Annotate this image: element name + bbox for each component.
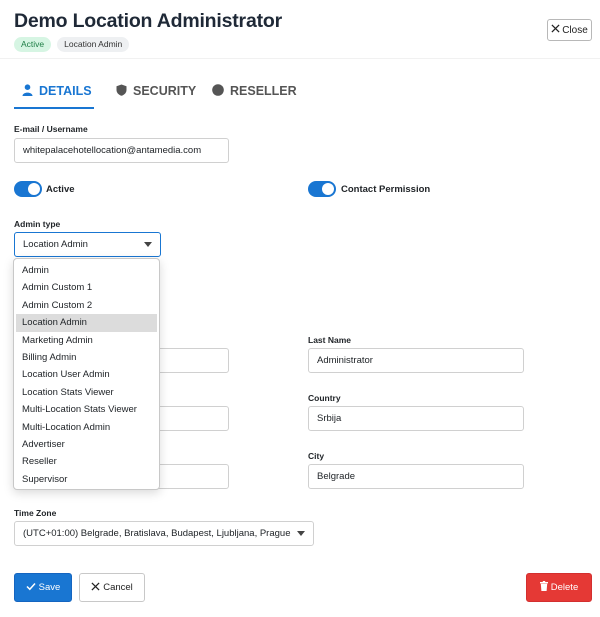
active-toggle-label: Active [46, 184, 75, 195]
dropdown-option-selected[interactable]: Location Admin [16, 314, 157, 332]
dropdown-option[interactable]: Admin Custom 2 [16, 297, 157, 314]
close-icon [551, 24, 560, 36]
city-label: City [308, 451, 325, 461]
admin-type-label: Admin type [14, 219, 61, 229]
admin-type-value: Location Admin [23, 239, 88, 250]
header-divider [0, 58, 600, 59]
dropdown-option[interactable]: Marketing Admin [16, 332, 157, 349]
email-field[interactable]: whitepalacehotellocation@antamedia.com [14, 138, 229, 163]
cancel-button[interactable]: Cancel [79, 573, 145, 602]
email-label: E-mail / Username [14, 124, 88, 134]
active-toggle[interactable] [14, 181, 42, 197]
toggle-knob [322, 183, 334, 195]
timezone-select[interactable]: (UTC+01:00) Belgrade, Bratislava, Budape… [14, 521, 314, 546]
active-tab-indicator [14, 107, 94, 109]
tab-details[interactable]: DETAILS [14, 78, 94, 104]
role-badge: Location Admin [57, 37, 130, 52]
admin-type-dropdown: Admin Admin Custom 1 Admin Custom 2 Loca… [13, 258, 160, 490]
timezone-label: Time Zone [14, 508, 57, 518]
close-label: Close [562, 24, 588, 36]
close-button[interactable]: Close [547, 19, 592, 41]
dropdown-option[interactable]: Advertiser [16, 436, 157, 453]
toggle-knob [28, 183, 40, 195]
check-icon [26, 582, 36, 594]
dropdown-option[interactable]: Multi-Location Stats Viewer [16, 401, 157, 418]
dropdown-option[interactable]: Location User Admin [16, 366, 157, 383]
timezone-value: (UTC+01:00) Belgrade, Bratislava, Budape… [23, 528, 291, 539]
chevron-down-icon [297, 531, 305, 536]
person-icon [22, 83, 33, 99]
dropdown-option[interactable]: Reseller [16, 453, 157, 470]
dropdown-option[interactable]: Supervisor [16, 471, 157, 488]
last-name-label: Last Name [308, 335, 351, 345]
delete-label: Delete [550, 582, 579, 593]
delete-button[interactable]: Delete [526, 573, 592, 602]
close-icon [91, 581, 100, 594]
dropdown-option[interactable]: Billing Admin [16, 349, 157, 366]
dropdown-option[interactable]: Admin [16, 262, 157, 279]
admin-type-select[interactable]: Location Admin [14, 232, 161, 257]
trash-icon [539, 581, 548, 594]
chevron-down-icon [144, 242, 152, 247]
country-label: Country [308, 393, 341, 403]
tab-security-label: SECURITY [133, 84, 197, 98]
tab-details-label: DETAILS [39, 84, 92, 98]
save-button[interactable]: Save [14, 573, 72, 602]
tab-security[interactable]: SECURITY [108, 78, 196, 104]
dropdown-option[interactable]: Multi-Location Admin [16, 419, 157, 436]
dropdown-option[interactable]: Location Stats Viewer [16, 384, 157, 401]
tab-bar: DETAILS SECURITY RESELLER [14, 78, 297, 109]
contact-permission-label: Contact Permission [341, 184, 431, 195]
save-label: Save [38, 582, 61, 593]
badge-row: Active Location Admin [14, 37, 130, 52]
dropdown-option[interactable]: Admin Custom 1 [16, 279, 157, 296]
page-title: Demo Location Administrator [14, 10, 282, 32]
tab-reseller[interactable]: RESELLER [204, 78, 297, 104]
country-field[interactable]: Srbija [308, 406, 524, 431]
status-badge: Active [14, 37, 52, 52]
tab-reseller-label: RESELLER [230, 84, 297, 98]
cancel-label: Cancel [103, 582, 133, 593]
contact-permission-toggle[interactable] [308, 181, 336, 197]
city-field[interactable]: Belgrade [308, 464, 524, 489]
circle-icon [212, 83, 224, 99]
shield-icon [116, 84, 127, 99]
last-name-field[interactable]: Administrator [308, 348, 524, 373]
